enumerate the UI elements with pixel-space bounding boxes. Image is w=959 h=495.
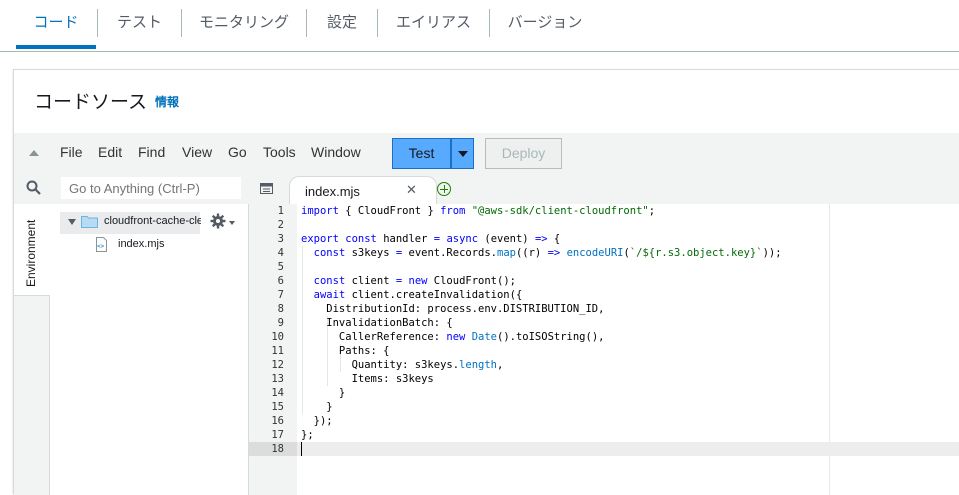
line-number: 9 (277, 317, 284, 329)
code-line: } (301, 387, 346, 399)
test-button[interactable]: Test (392, 138, 451, 169)
code-line: }; (301, 429, 314, 441)
line-number: 1 (277, 205, 284, 217)
folder-icon (81, 216, 98, 228)
folder-name: cloudfront-cache-clear (104, 215, 201, 227)
line-number: 3 (277, 233, 284, 245)
gear-caret-icon[interactable] (229, 221, 235, 225)
code-line: InvalidationBatch: { (301, 317, 453, 329)
line-number: 11 (271, 345, 284, 357)
line-number: 10 (271, 331, 284, 343)
editor-tab-bar: index.mjs ✕ (249, 172, 959, 204)
tab-aliases[interactable]: エイリアス (378, 0, 489, 45)
svg-text:<>: <> (97, 243, 105, 250)
tab-versions[interactable]: バージョン (490, 0, 600, 45)
code-line: Paths: { (301, 345, 390, 357)
tab-monitoring[interactable]: モニタリング (182, 0, 306, 45)
file-name[interactable]: index.mjs (118, 238, 164, 250)
menu-tools[interactable]: Tools (263, 144, 296, 160)
menu-go[interactable]: Go (228, 144, 247, 160)
environment-label: Environment (24, 219, 38, 287)
code-editor[interactable]: 1 import { CloudFront } from "@aws-sdk/cl… (249, 204, 959, 495)
line-number: 8 (277, 303, 284, 315)
code-line: const s3keys = event.Records.map((r) => … (313, 247, 782, 259)
tab-test[interactable]: テスト (98, 0, 181, 45)
caret-down-icon (458, 151, 468, 157)
line-number: 15 (271, 401, 284, 413)
line-number: 7 (277, 289, 284, 301)
line-number: 2 (277, 219, 284, 231)
code-line: DistributionId: process.env.DISTRIBUTION… (301, 303, 605, 315)
editor-tab-label: index.mjs (305, 184, 360, 199)
line-number: 13 (271, 373, 284, 385)
search-icon (26, 180, 41, 195)
line-number: 17 (271, 429, 284, 441)
environment-tab[interactable]: Environment (14, 204, 50, 296)
menu-find[interactable]: Find (138, 144, 165, 160)
code-line: import { CloudFront } from "@aws-sdk/cli… (301, 205, 656, 217)
code-line: } (301, 401, 333, 413)
test-options-button[interactable] (451, 138, 474, 169)
tab-code[interactable]: コード (16, 0, 96, 45)
active-tab-indicator (16, 45, 96, 49)
tab-list-icon[interactable] (260, 183, 273, 194)
goto-anything-input[interactable] (61, 177, 241, 199)
line-number: 18 (271, 443, 284, 455)
panel-title: コードソース (34, 91, 148, 113)
code-line: CallerReference: new Date().toISOString(… (301, 331, 605, 343)
code-line: Quantity: s3keys.length, (301, 359, 504, 371)
add-tab-icon[interactable] (437, 182, 451, 196)
environment-strip: Environment (14, 204, 50, 495)
info-link[interactable]: 情報 (155, 93, 179, 110)
tab-settings[interactable]: 設定 (307, 0, 377, 45)
js-file-icon: <> (96, 237, 107, 252)
code-line: const client = new CloudFront(); (313, 275, 516, 287)
menu-window[interactable]: Window (311, 144, 361, 160)
code-source-panel: コードソース 情報 File Edit Find View Go Tools W… (13, 69, 959, 495)
editor-tab-index[interactable]: index.mjs ✕ (289, 176, 437, 204)
function-tabs: コード テスト モニタリング 設定 エイリアス バージョン (0, 0, 959, 52)
line-number: 12 (271, 359, 284, 371)
line-number: 5 (277, 261, 284, 273)
code-line: }); (301, 415, 333, 427)
close-icon[interactable]: ✕ (406, 183, 417, 198)
code-line: Items: s3keys (301, 373, 434, 385)
line-number: 6 (277, 275, 284, 287)
menu-edit[interactable]: Edit (98, 144, 122, 160)
code-line: await client.createInvalidation({ (313, 289, 523, 301)
menu-bar: File Edit Find View Go Tools Window Test… (14, 133, 959, 172)
search-bar (14, 172, 249, 204)
line-number: 16 (271, 415, 284, 427)
expand-icon[interactable] (68, 219, 76, 225)
cloud9-ide: File Edit Find View Go Tools Window Test… (14, 133, 959, 495)
menu-view[interactable]: View (182, 144, 212, 160)
line-number: 14 (271, 387, 284, 399)
text-cursor (301, 442, 302, 456)
gear-icon[interactable] (210, 213, 226, 229)
code-line: export const handler = async (event) => … (301, 233, 561, 245)
collapse-icon[interactable] (29, 150, 39, 156)
file-tree: cloudfront-cache-clear <> index.mjs (50, 204, 249, 495)
deploy-button[interactable]: Deploy (485, 138, 562, 169)
line-number: 4 (277, 247, 284, 259)
active-line (297, 442, 959, 456)
menu-file[interactable]: File (60, 144, 83, 160)
